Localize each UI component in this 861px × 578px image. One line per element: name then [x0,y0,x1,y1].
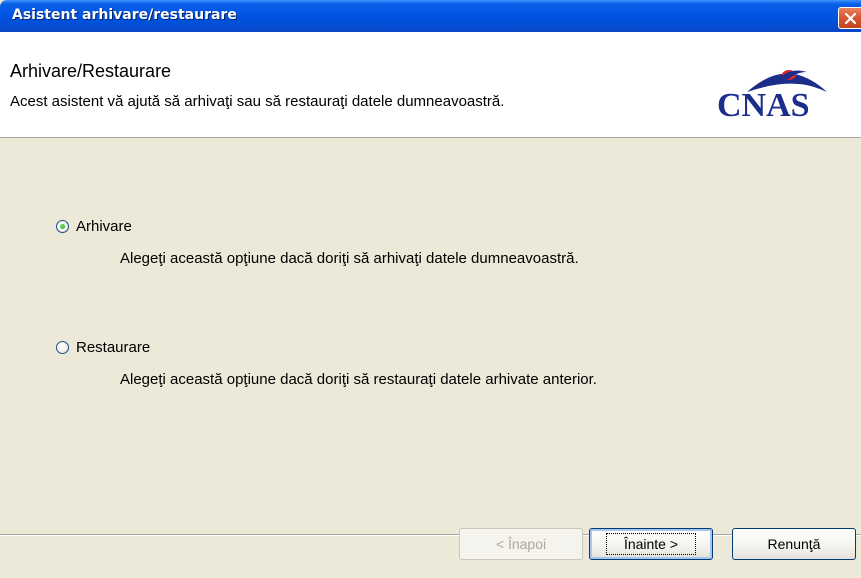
radio-restaurare[interactable] [56,341,69,354]
option-label-arhivare[interactable]: Arhivare [76,218,132,235]
cnas-logo: CNAS [717,62,847,127]
option-label-restaurare[interactable]: Restaurare [76,339,150,356]
option-restaurare[interactable]: Restaurare [56,339,150,356]
next-button-label: Înainte > [605,533,697,555]
option-description-restaurare: Alegeţi această opţiune dacă doriţi să r… [120,371,597,388]
cancel-button-label: Renunţă [767,536,821,552]
cancel-button[interactable]: Renunţă [732,528,856,560]
page-title: Arhivare/Restaurare [10,61,172,81]
radio-arhivare[interactable] [56,220,69,233]
wizard-header: Arhivare/Restaurare Acest asistent vă aj… [0,32,861,138]
page-subtitle: Acest asistent vă ajută să arhivaţi sau … [10,93,505,110]
back-button-label: < Înapoi [495,536,547,552]
option-description-arhivare: Alegeţi această opţiune dacă doriţi să a… [120,250,579,267]
back-button[interactable]: < Înapoi [459,528,583,560]
close-icon [844,12,857,25]
logo-text: CNAS [717,87,810,124]
next-button[interactable]: Înainte > [589,528,713,560]
title-bar[interactable]: Asistent arhivare/restaurare [0,0,861,32]
wizard-window: Asistent arhivare/restaurare Arhivare/Re… [0,0,861,578]
window-title: Asistent arhivare/restaurare [12,7,237,23]
option-arhivare[interactable]: Arhivare [56,218,132,235]
close-button[interactable] [838,7,861,29]
